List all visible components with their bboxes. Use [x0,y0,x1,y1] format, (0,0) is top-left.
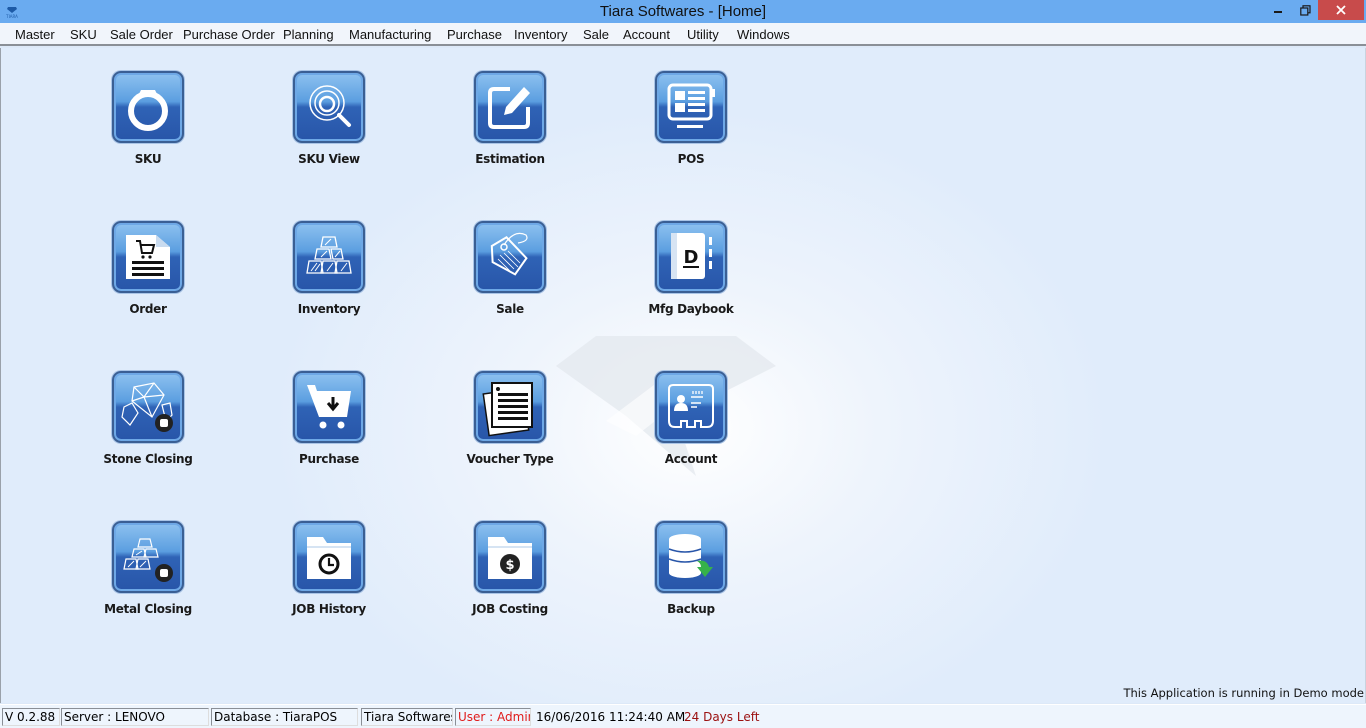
diamonds-close-icon [112,371,184,443]
minimize-button[interactable] [1263,0,1293,20]
database-backup-icon [655,521,727,593]
status-user: User : Admin [455,708,531,726]
tile-label: Mfg Daybook [648,302,734,316]
tile-sku-view[interactable]: SKU View [269,71,389,191]
daybook-icon: D [655,221,727,293]
edit-pencil-icon [474,71,546,143]
order-cart-document-icon [112,221,184,293]
menu-planning[interactable]: Planning [283,27,334,42]
status-server: Server : LENOVO [61,708,209,726]
tile-stone-closing[interactable]: Stone Closing [88,371,208,491]
voucher-stack-icon [474,371,546,443]
tile-label: JOB History [292,602,366,616]
menu-purchase-order[interactable]: Purchase Order [183,27,275,42]
menu-master[interactable]: Master [15,27,55,42]
tile-label: SKU [134,152,162,166]
tile-label: Purchase [299,452,359,466]
pos-monitor-icon [655,71,727,143]
tile-inventory[interactable]: Inventory [269,221,389,341]
tile-sku[interactable]: SKU [88,71,208,191]
svg-text:D: D [684,247,699,268]
tile-label: POS [677,152,705,166]
menu-bar: Master SKU Sale Order Purchase Order Pla… [0,23,1366,46]
tile-label: Metal Closing [104,602,192,616]
tile-pos[interactable]: POS [631,71,751,191]
tile-label: Estimation [475,152,545,166]
title-bar: TIARA Tiara Softwares - [Home] [0,0,1366,23]
tile-label: Order [129,302,167,316]
tile-label: Stone Closing [103,452,193,466]
folder-clock-icon [293,521,365,593]
tile-backup[interactable]: Backup [631,521,751,641]
tile-order[interactable]: Order [88,221,208,341]
menu-sale-order[interactable]: Sale Order [110,27,173,42]
status-company: Tiara Softwares [361,708,453,726]
menu-sale[interactable]: Sale [583,27,609,42]
menu-account[interactable]: Account [623,27,670,42]
menu-purchase[interactable]: Purchase [447,27,502,42]
folder-dollar-icon: $ [474,521,546,593]
restore-button[interactable] [1290,0,1320,20]
menu-sku[interactable]: SKU [70,27,97,42]
minimize-icon [1274,11,1282,13]
svg-text:$: $ [505,558,514,573]
home-desktop: SKU SKU View Estimation POS Order Invent… [0,48,1366,703]
status-days-left: 24 Days Left [684,710,760,724]
tile-job-costing[interactable]: $ JOB Costing [450,521,570,641]
tile-estimation[interactable]: Estimation [450,71,570,191]
tile-sale[interactable]: Sale [450,221,570,341]
tile-voucher-type[interactable]: Voucher Type [450,371,570,491]
tile-label: Backup [667,602,715,616]
status-version: V 0.2.88 [2,708,60,726]
tile-purchase[interactable]: Purchase [269,371,389,491]
status-database: Database : TiaraPOS [211,708,358,726]
cart-download-icon [293,371,365,443]
ring-search-icon [293,71,365,143]
restore-icon [1299,4,1311,16]
tile-label: Sale [496,302,524,316]
tile-label: Voucher Type [466,452,554,466]
menu-utility[interactable]: Utility [687,27,719,42]
metal-bars-close-icon [112,521,184,593]
tile-mfg-daybook[interactable]: D Mfg Daybook [631,221,751,341]
tile-job-history[interactable]: JOB History [269,521,389,641]
demo-mode-notice: This Application is running in Demo mode [1123,686,1364,700]
account-card-icon [655,371,727,443]
menu-manufacturing[interactable]: Manufacturing [349,27,431,42]
tile-account[interactable]: Account [631,371,751,491]
ring-icon [112,71,184,143]
menu-windows[interactable]: Windows [737,27,790,42]
window-title: Tiara Softwares - [Home] [599,3,767,20]
tile-label: JOB Costing [472,602,548,616]
price-tag-icon [474,221,546,293]
tile-label: Inventory [297,302,361,316]
status-bar: V 0.2.88 Server : LENOVO Database : Tiar… [0,704,1366,728]
tile-label: SKU View [298,152,360,166]
gold-bars-stack-icon [293,221,365,293]
status-datetime: 16/06/2016 11:24:40 AM [536,710,686,724]
menu-inventory[interactable]: Inventory [514,27,567,42]
tile-metal-closing[interactable]: Metal Closing [88,521,208,641]
close-icon [1336,5,1346,15]
tile-label: Account [664,452,718,466]
close-button[interactable] [1318,0,1364,20]
